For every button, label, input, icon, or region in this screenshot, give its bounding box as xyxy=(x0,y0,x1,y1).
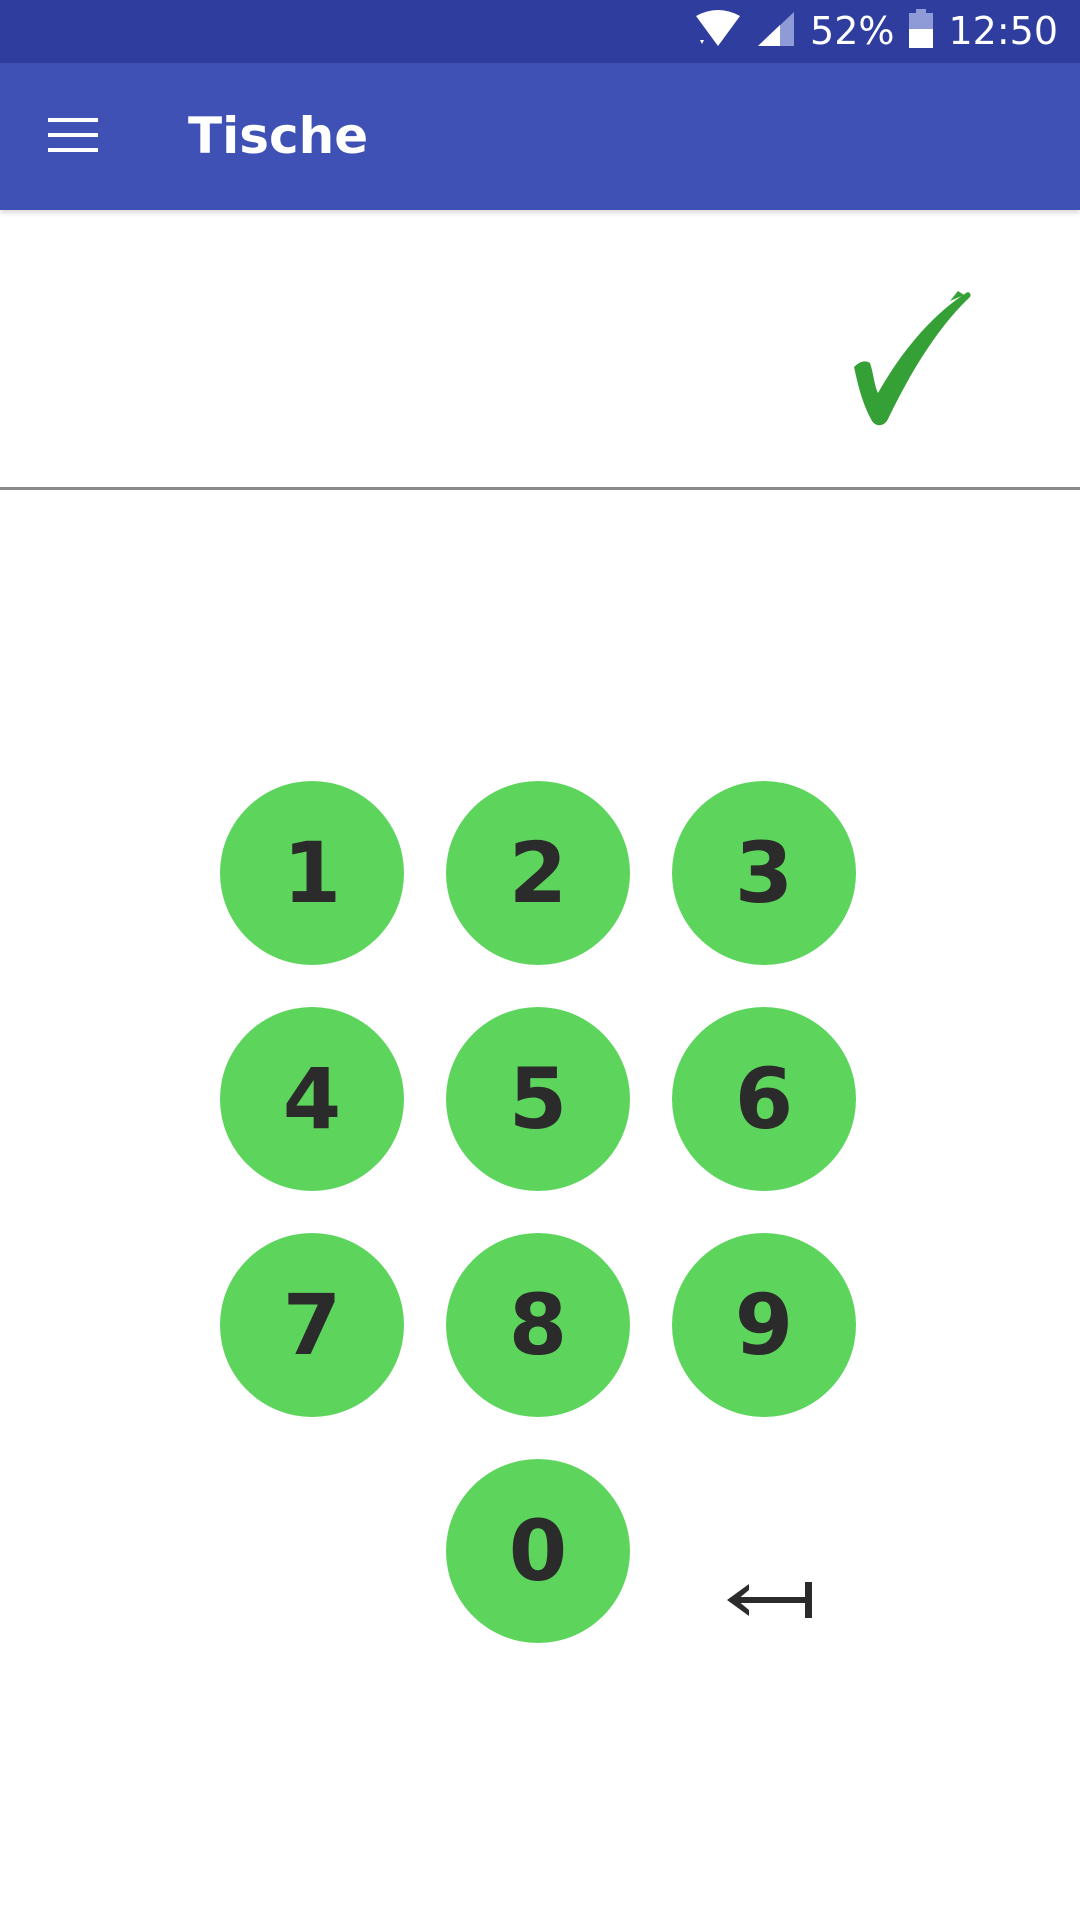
battery-icon xyxy=(908,9,934,54)
key-3[interactable]: 3 xyxy=(672,781,856,965)
backspace-button[interactable] xyxy=(715,1555,825,1645)
app-bar: Tische xyxy=(0,63,1080,210)
page-title: Tische xyxy=(188,107,369,165)
backspace-arrow-icon xyxy=(727,1582,812,1618)
key-0[interactable]: 0 xyxy=(446,1459,630,1643)
key-8[interactable]: 8 xyxy=(446,1233,630,1417)
key-2[interactable]: 2 xyxy=(446,781,630,965)
battery-percent: 52% xyxy=(810,9,895,53)
key-5[interactable]: 5 xyxy=(446,1007,630,1191)
wifi-icon xyxy=(694,10,742,53)
key-9[interactable]: 9 xyxy=(672,1233,856,1417)
key-6[interactable]: 6 xyxy=(672,1007,856,1191)
cell-signal-icon xyxy=(756,10,796,53)
status-icons: 52% 12:50 xyxy=(694,0,1058,63)
checkmark-icon xyxy=(854,291,971,426)
key-4[interactable]: 4 xyxy=(220,1007,404,1191)
divider xyxy=(0,487,1080,490)
key-7[interactable]: 7 xyxy=(220,1233,404,1417)
menu-button[interactable] xyxy=(30,102,115,172)
clock: 12:50 xyxy=(948,9,1058,53)
confirm-button[interactable] xyxy=(840,285,980,430)
key-1[interactable]: 1 xyxy=(220,781,404,965)
status-bar: 52% 12:50 xyxy=(0,0,1080,63)
menu-icon xyxy=(47,116,98,159)
